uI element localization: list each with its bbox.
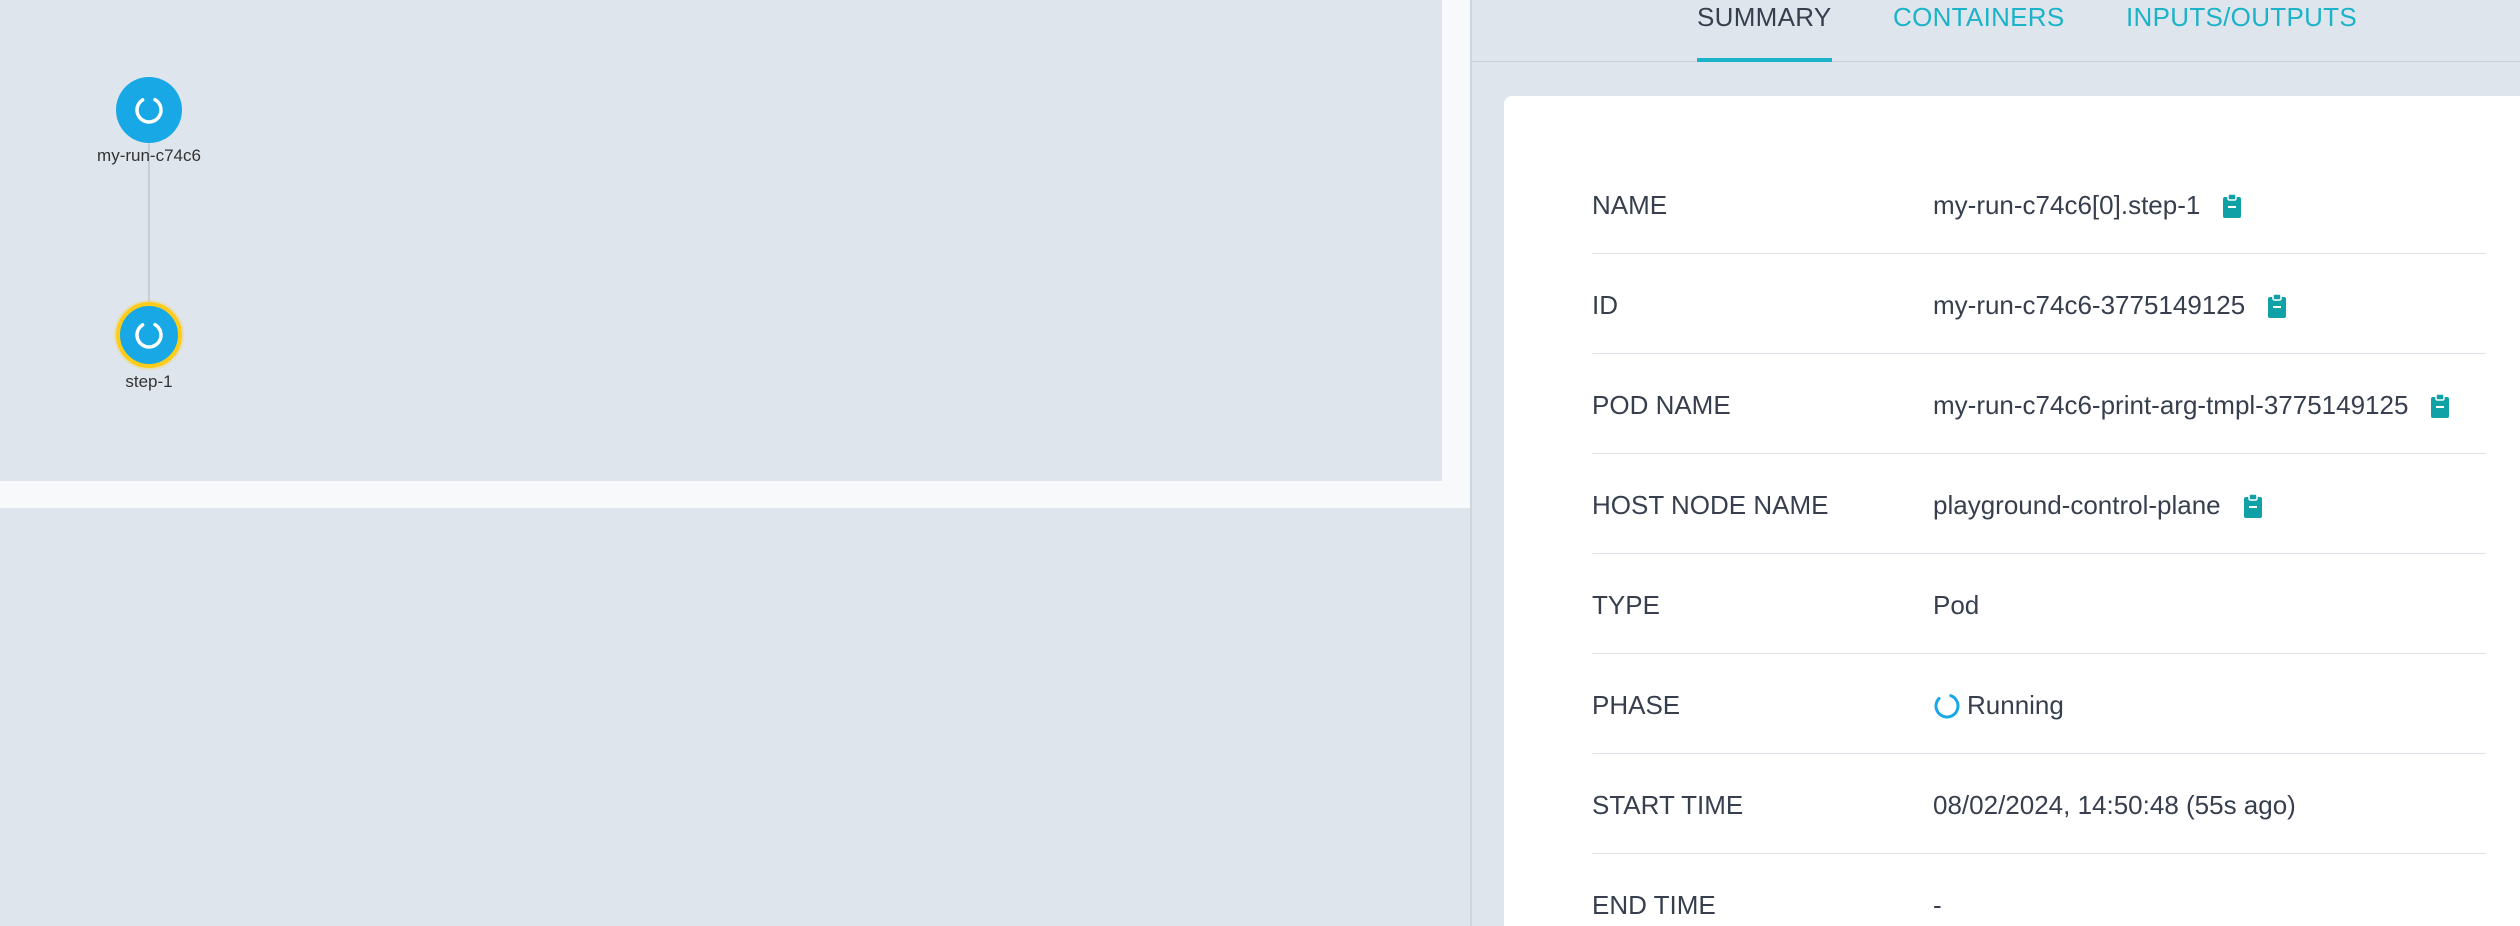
graph-node-step-1[interactable] (116, 302, 182, 368)
workflow-graph[interactable]: my-run-c74c6 step-1 (0, 0, 1442, 481)
summary-row-type: TYPE Pod (1592, 554, 2486, 654)
phase-value: Running (1967, 690, 2064, 720)
field-value: - (1933, 890, 1942, 921)
tab-summary[interactable]: SUMMARY (1697, 0, 1832, 62)
running-icon (135, 321, 163, 349)
running-icon (135, 96, 163, 124)
panel-border (0, 481, 1470, 508)
summary-row-end-time: END TIME - (1592, 854, 2486, 926)
field-label: NAME (1592, 190, 1668, 220)
type-value: Pod (1933, 590, 1980, 620)
field-label: POD NAME (1592, 390, 1731, 420)
summary-row-phase: PHASE Running (1592, 654, 2486, 754)
graph-node-label: step-1 (125, 372, 173, 391)
workflow-node-details-view: my-run-c74c6 step-1 SUMMARY CONTAINERS I… (0, 0, 2520, 926)
tab-containers[interactable]: CONTAINERS (1893, 0, 2065, 62)
field-value: Pod (1933, 590, 1979, 621)
graph-node-root[interactable] (116, 77, 182, 143)
field-value: my-run-c74c6-print-arg-tmpl-3775149125 (1933, 390, 2450, 421)
tab-inputs-outputs[interactable]: INPUTS/OUTPUTS (2126, 0, 2357, 62)
field-value: my-run-c74c6[0].step-1 (1933, 190, 2242, 221)
tab-bar: SUMMARY CONTAINERS INPUTS/OUTPUTS (1472, 0, 2520, 62)
node-details-panel: SUMMARY CONTAINERS INPUTS/OUTPUTS NAME m… (1472, 0, 2520, 926)
clipboard-icon[interactable] (2430, 392, 2450, 419)
summary-row-name: NAME my-run-c74c6[0].step-1 (1592, 154, 2486, 254)
field-label: ID (1592, 290, 1618, 320)
summary-row-host-node-name: HOST NODE NAME playground-control-plane (1592, 454, 2486, 554)
field-value: 08/02/2024, 14:50:48 (55s ago) (1933, 790, 2296, 821)
field-label: TYPE (1592, 590, 1660, 620)
clipboard-icon[interactable] (2243, 492, 2263, 519)
summary-row-pod-name: POD NAME my-run-c74c6-print-arg-tmpl-377… (1592, 354, 2486, 454)
summary-card: NAME my-run-c74c6[0].step-1 ID my-run-c7… (1504, 96, 2520, 926)
summary-row-start-time: START TIME 08/02/2024, 14:50:48 (55s ago… (1592, 754, 2486, 854)
panel-border (1442, 0, 1470, 508)
id-value: my-run-c74c6-3775149125 (1933, 290, 2246, 320)
name-value: my-run-c74c6[0].step-1 (1933, 190, 2201, 220)
start-time-value: 08/02/2024, 14:50:48 (55s ago) (1933, 790, 2296, 820)
clipboard-icon[interactable] (2222, 192, 2242, 219)
end-time-value: - (1933, 890, 1942, 920)
summary-row-id: ID my-run-c74c6-3775149125 (1592, 254, 2486, 354)
clipboard-icon[interactable] (2267, 292, 2287, 319)
field-value: playground-control-plane (1933, 490, 2263, 521)
field-value: Running (1933, 690, 2064, 721)
empty-panel (0, 508, 1470, 926)
host-node-value: playground-control-plane (1933, 490, 2221, 520)
field-label: HOST NODE NAME (1592, 490, 1829, 520)
field-label: PHASE (1592, 690, 1681, 720)
graph-edge (148, 142, 150, 302)
field-label: END TIME (1592, 890, 1716, 920)
graph-node-label: my-run-c74c6 (97, 146, 201, 165)
running-icon (1934, 693, 1960, 718)
field-label: START TIME (1592, 790, 1744, 820)
field-value: my-run-c74c6-3775149125 (1933, 290, 2287, 321)
pod-name-value: my-run-c74c6-print-arg-tmpl-3775149125 (1933, 390, 2409, 420)
